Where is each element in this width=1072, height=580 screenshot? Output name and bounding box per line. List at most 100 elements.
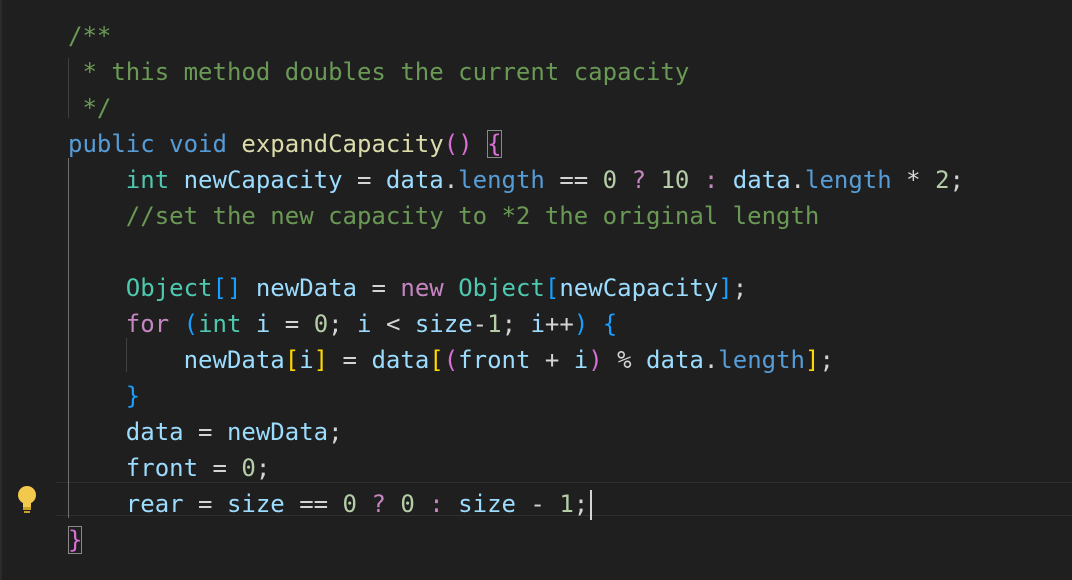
code-token: i [573, 346, 589, 374]
code-line[interactable]: } [68, 378, 140, 414]
code-token: Object [125, 274, 213, 302]
code-token: data [732, 166, 791, 194]
code-token: . [443, 166, 459, 194]
code-token: ] [313, 346, 329, 374]
code-token: . [703, 346, 719, 374]
code-token: expandCapacity [241, 130, 444, 158]
code-token: i [357, 310, 372, 338]
code-token: . [790, 166, 805, 194]
code-token: = [270, 310, 314, 338]
code-line[interactable]: for (int i = 0; i < size-1; i++) { [68, 306, 617, 342]
code-token: newData [226, 418, 329, 446]
code-token: 10 [660, 166, 690, 194]
code-token: { [602, 310, 618, 338]
code-line[interactable]: int newCapacity = data.length == 0 ? 10 … [68, 162, 964, 198]
code-token: data [125, 418, 184, 446]
code-token: - [472, 310, 488, 338]
code-token: rear [125, 490, 184, 518]
code-line[interactable]: newData[i] = data[(front + i) % data.len… [68, 342, 834, 378]
code-token: //set the new capacity to *2 the origina… [68, 202, 820, 230]
code-token: = [183, 490, 227, 518]
code-token: ; [819, 346, 834, 374]
code-token: newData [183, 346, 285, 374]
code-token: ; [328, 310, 358, 338]
code-editor[interactable]: /** * this method doubles the current ca… [0, 0, 1072, 580]
code-token: size [458, 490, 516, 518]
code-token: public [68, 130, 155, 158]
code-token: } [68, 526, 83, 554]
code-line[interactable]: /** [68, 18, 111, 54]
code-line[interactable]: * this method doubles the current capaci… [68, 54, 689, 90]
code-line[interactable]: //set the new capacity to *2 the origina… [68, 198, 820, 234]
code-token: [ [544, 274, 560, 302]
code-token: data [371, 346, 430, 374]
code-token: : [414, 490, 459, 518]
code-token: newData [255, 274, 358, 302]
code-token: length [458, 166, 545, 194]
code-token: int [198, 310, 242, 338]
code-token: length [805, 166, 892, 194]
code-token: 1 [487, 310, 502, 338]
code-token: 0 [342, 490, 357, 518]
code-line[interactable]: data = newData; [68, 414, 343, 450]
code-token: < [371, 310, 415, 338]
code-line[interactable]: front = 0; [68, 450, 271, 486]
code-token: ++ [544, 310, 574, 338]
code-token: newCapacity [559, 274, 719, 302]
code-line[interactable]: Object[] newData = new Object[newCapacit… [68, 270, 747, 306]
code-token: */ [68, 94, 112, 122]
code-token: i [530, 310, 545, 338]
code-token: ) [573, 310, 589, 338]
text-cursor [590, 490, 593, 520]
code-token: == [544, 166, 603, 194]
gutter-edge [0, 0, 2, 580]
code-token: = [183, 418, 227, 446]
code-token: ? [617, 166, 661, 194]
code-token: ) [588, 346, 603, 374]
code-token: % [602, 346, 647, 374]
code-token: size [414, 310, 473, 338]
code-token: ; [732, 274, 748, 302]
code-token: ; [501, 310, 531, 338]
code-token: == [284, 490, 343, 518]
code-token: + [530, 346, 574, 374]
code-token: ; [949, 166, 964, 194]
code-token: : [689, 166, 733, 194]
code-token: - [515, 490, 560, 518]
code-token: newCapacity [183, 166, 343, 194]
code-line[interactable]: } [68, 522, 83, 558]
code-token: front [458, 346, 531, 374]
code-token: length [718, 346, 805, 374]
code-token: Object [458, 274, 545, 302]
code-token: void [169, 130, 227, 158]
code-token: i [255, 310, 271, 338]
code-token: [ [429, 346, 444, 374]
code-token: } [125, 382, 141, 410]
lightbulb-icon[interactable] [16, 485, 38, 515]
code-token: ; [255, 454, 271, 482]
code-line[interactable]: rear = size == 0 ? 0 : size - 1; [68, 486, 593, 522]
code-line[interactable]: */ [68, 90, 111, 126]
code-line[interactable]: public void expandCapacity() { [68, 126, 502, 162]
code-token: = [342, 166, 386, 194]
code-token: ] [718, 274, 733, 302]
code-token: ? [357, 490, 401, 518]
code-token: size [226, 490, 285, 518]
code-token: int [125, 166, 170, 194]
code-token: new [400, 274, 444, 302]
code-token: { [487, 130, 502, 158]
code-token: i [299, 346, 314, 374]
code-token: * [891, 166, 936, 194]
code-token: [ [284, 346, 300, 374]
code-token: 0 [241, 454, 256, 482]
